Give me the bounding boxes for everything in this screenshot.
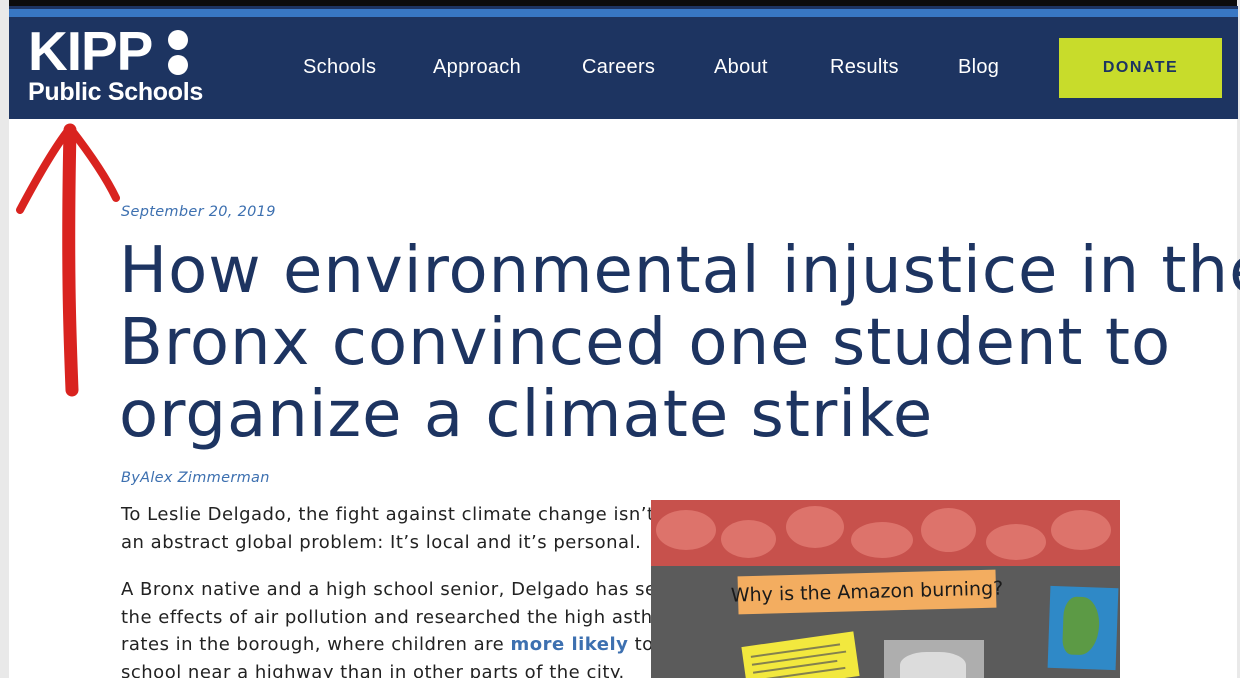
logo-colon-mark [168, 30, 188, 75]
nav-results[interactable]: Results [830, 56, 899, 79]
nav-approach[interactable]: Approach [433, 56, 521, 79]
headline-line: Bronx convinced one student to [119, 306, 1172, 380]
paragraph-line: an abstract global problem: It’s local a… [121, 531, 642, 553]
logo-subtitle: Public Schools [28, 78, 203, 106]
photo-sign: Why is the Amazon burning? [731, 569, 1003, 615]
article-byline[interactable]: ByAlex Zimmerman [121, 470, 270, 486]
nav-careers[interactable]: Careers [582, 56, 655, 79]
kipp-logo[interactable]: KIPP Public Schools [28, 20, 203, 110]
article-paragraph: A Bronx native and a high school senior,… [121, 576, 708, 678]
nav-schools[interactable]: Schools [303, 56, 376, 79]
article-headline: How environmental injustice in the Bronx… [119, 234, 1240, 452]
photo-map [1047, 585, 1119, 671]
paragraph-line: the effects of air pollution and researc… [121, 606, 683, 628]
article-paragraph: To Leslie Delgado, the fight against cli… [121, 501, 696, 556]
donate-button[interactable]: DONATE [1059, 38, 1222, 98]
paragraph-text: rates in the borough, where children are [121, 634, 511, 655]
headline-line: How environmental injustice in the [119, 234, 1240, 308]
paragraph-line: To Leslie Delgado, the fight against cli… [121, 504, 696, 525]
paragraph-line: A Bronx native and a high school senior,… [121, 579, 681, 600]
paragraph-line: school near a highway than in other part… [121, 661, 625, 678]
nav-blog[interactable]: Blog [958, 56, 999, 79]
photo-small-picture [884, 640, 984, 678]
article-photo: Why is the Amazon burning? [651, 500, 1120, 678]
logo-wordmark: KIPP [28, 20, 153, 82]
article-date: September 20, 2019 [121, 204, 276, 220]
header-accent-stripe [9, 9, 1238, 17]
nav-about[interactable]: About [714, 56, 768, 79]
red-arrow-up-icon [16, 123, 120, 397]
more-likely-link[interactable]: more likely [510, 634, 628, 655]
headline-line: organize a climate strike [119, 378, 934, 452]
browser-frame: KIPP Public Schools Schools Approach Car… [0, 0, 1240, 678]
photo-yellow-note [741, 631, 860, 678]
paragraph-line: rates in the borough, where children are… [121, 631, 708, 659]
window-left-edge [0, 0, 9, 678]
photo-red-paper [651, 500, 1120, 566]
